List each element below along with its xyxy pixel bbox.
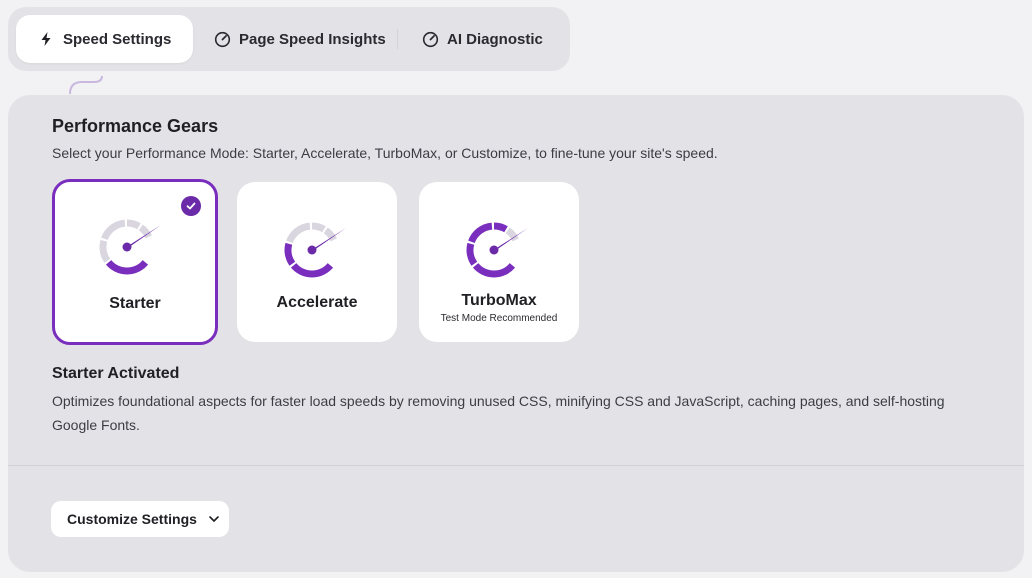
section-subtitle: Select your Performance Mode: Starter, A… [52,145,718,161]
gauge-segment [286,222,311,244]
customize-settings-button[interactable]: Customize Settings [51,501,229,537]
button-label: Customize Settings [67,511,197,527]
tab-label: AI Diagnostic [447,30,543,48]
gear-card-accelerate[interactable]: Accelerate [237,182,397,342]
divider [8,465,1024,466]
gauge-segment [126,219,141,230]
speedometer-icon [99,219,161,275]
gauge-hub [307,245,317,255]
gauge-segment [472,263,516,278]
section-title: Performance Gears [52,116,219,136]
card-label: Accelerate [276,294,358,311]
tab-divider [397,29,398,49]
card-label: TurboMax [461,292,537,309]
gear-card-turbomax[interactable]: TurboMax Test Mode Recommended [419,182,579,342]
tab-label: Speed Settings [63,30,172,48]
gauge-segment [105,260,149,275]
chevron-down-icon [207,512,221,526]
card-label: Starter [109,295,161,312]
gauge-hub [489,245,499,255]
gauge-icon [213,30,231,48]
tab-connector [69,75,103,95]
tab-ai-diagnostic[interactable]: AI Diagnostic [421,15,561,63]
card-sublabel: Test Mode Recommended [440,313,558,324]
bolt-icon [37,30,55,48]
gauge-segment [493,222,508,233]
gauge-hub [122,242,132,252]
tab-bar: Speed Settings Page Speed Insights AI Di… [8,7,570,71]
gauge-icon [421,30,439,48]
performance-panel: Performance Gears Select your Performanc… [8,95,1024,572]
gear-card-starter[interactable]: Starter [52,179,218,345]
tab-page-speed-insights[interactable]: Page Speed Insights [213,15,393,63]
speedometer-icon [466,222,528,278]
check-icon [181,196,201,216]
gauge-segment [290,263,334,278]
gauge-segment [101,219,126,241]
tab-label: Page Speed Insights [239,30,386,48]
gauge-segment [99,239,111,263]
gauge-segment [284,242,296,266]
gauge-segment [468,222,493,244]
tab-speed-settings[interactable]: Speed Settings [16,15,193,63]
gauge-segment [311,222,326,233]
gauge-segment [466,242,478,266]
activated-title: Starter Activated [52,365,180,382]
speedometer-icon [284,222,346,278]
activated-description: Optimizes foundational aspects for faste… [52,393,945,433]
